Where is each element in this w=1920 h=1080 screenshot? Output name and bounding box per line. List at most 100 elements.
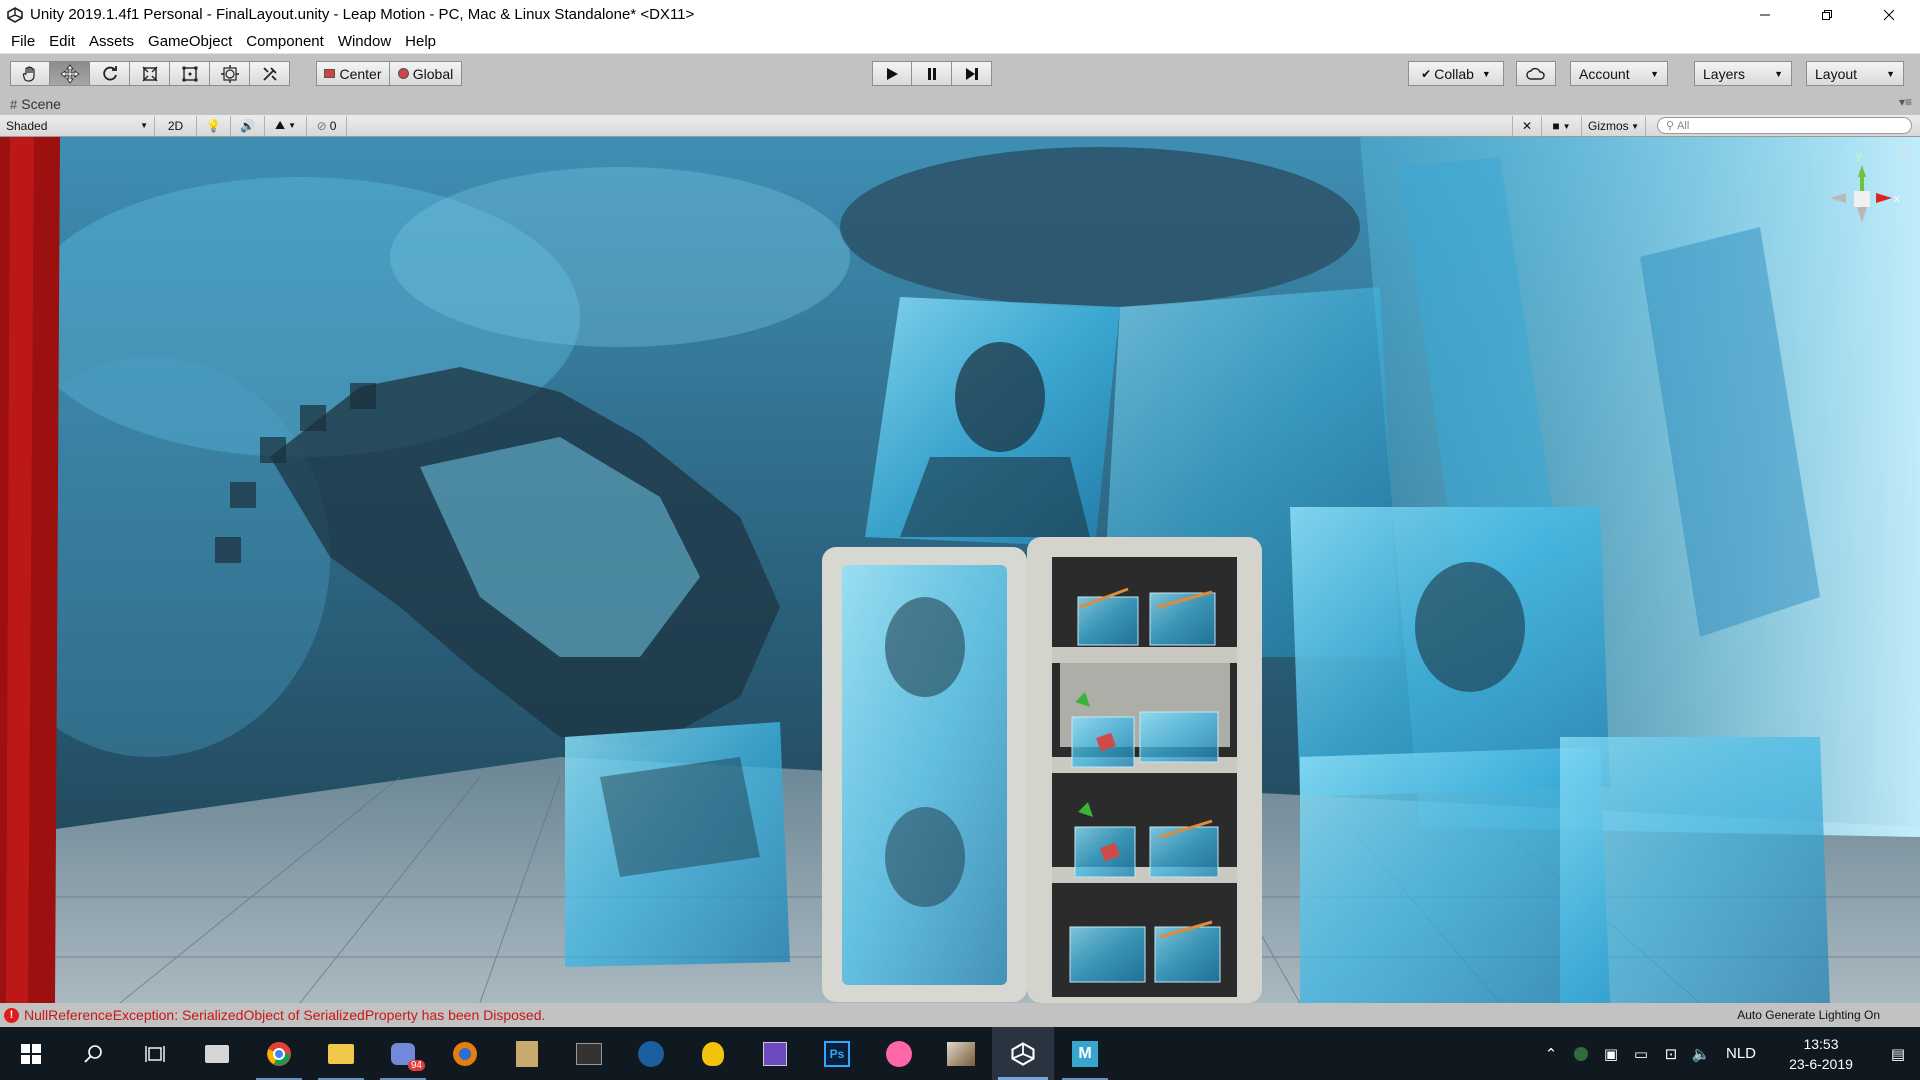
taskbar-app-explorer[interactable] [310,1027,372,1080]
battery-icon[interactable]: ▭ [1626,1027,1656,1080]
pivot-center-button[interactable]: Center [316,61,390,86]
restore-button[interactable] [1796,0,1858,29]
scale-tool-icon[interactable] [130,61,170,86]
taskbar-app-game[interactable] [930,1027,992,1080]
visual-studio-icon [763,1041,787,1066]
taskbar-app-photoshop[interactable]: Ps [806,1027,868,1080]
title-bar: Unity 2019.1.4f1 Personal - FinalLayout.… [0,0,1920,29]
custom-tool-icon[interactable] [250,61,290,86]
lock-icon[interactable] [1900,149,1910,159]
taskbar-app-osu[interactable] [868,1027,930,1080]
start-button[interactable] [0,1027,62,1080]
lighting-toggle[interactable]: 💡 [197,115,231,136]
error-message[interactable]: NullReferenceException: SerializedObject… [24,1007,545,1023]
close-button[interactable] [1858,0,1920,29]
hidden-count: 0 [329,118,337,133]
pause-button[interactable] [912,61,952,86]
discord-icon: 94 [391,1042,425,1071]
camera-dropdown[interactable]: ■ ▼ [1542,116,1582,136]
menu-file[interactable]: File [4,29,42,54]
scene-toolbar: Shaded ▼ 2D 💡 🔊 ⛰ ▼ ⊘ 0 ✕ ■ ▼ Gizmos ▼ ⚲… [0,115,1920,137]
pivot-global-button[interactable]: Global [390,61,462,86]
taskbar-app-maya[interactable]: M [1054,1027,1116,1080]
playback-controls [872,61,992,86]
steam-icon [638,1040,664,1067]
rect-tool-icon[interactable] [170,61,210,86]
menu-window[interactable]: Window [331,29,398,54]
language-indicator[interactable]: NLD [1716,1027,1766,1080]
search-icon: ⚲ [1666,120,1675,132]
camera-icon: ■ [1552,119,1560,133]
pivot-icon [324,69,336,78]
gizmos-label: Gizmos [1588,119,1629,133]
status-bar[interactable]: ! NullReferenceException: SerializedObje… [0,1003,1920,1027]
taskbar-app-chrome[interactable] [248,1027,310,1080]
scene-search-input[interactable]: ⚲ All [1657,117,1912,134]
space-label: Global [412,65,454,82]
network-icon[interactable]: ⊡ [1656,1027,1686,1080]
menu-help[interactable]: Help [398,29,443,54]
volume-icon[interactable]: 🔈 [1686,1027,1716,1080]
collab-dropdown[interactable]: ✔ Collab ▼ [1408,61,1504,86]
hand-tool-icon[interactable] [10,61,50,86]
audio-toggle[interactable]: 🔊 [231,115,265,136]
taskbar-app-terminal[interactable] [558,1027,620,1080]
taskbar-app-discord[interactable]: 94 [372,1027,434,1080]
error-icon: ! [4,1007,19,1023]
mode-2d-label: 2D [167,118,184,133]
menu-gameobject[interactable]: GameObject [141,29,239,54]
transform-tool-icon[interactable] [210,61,250,86]
search-button[interactable] [62,1027,124,1080]
task-view-button[interactable] [124,1027,186,1080]
chevron-down-icon: ▼ [1886,68,1895,79]
gizmo-y-label: y [1856,150,1862,162]
minimize-button[interactable] [1734,0,1796,29]
layers-dropdown[interactable]: Layers ▼ [1694,61,1792,86]
tools-icon: ✕ [1521,119,1533,133]
taskbar-app-visual-studio[interactable] [744,1027,806,1080]
hidden-objects-toggle[interactable]: ⊘ 0 [307,115,347,136]
layers-group: Layers ▼ [1694,61,1792,86]
menu-edit[interactable]: Edit [42,29,82,54]
language-label: NLD [1725,1045,1756,1062]
scene-tab[interactable]: # Scene ▾≡ [0,93,1920,115]
play-button[interactable] [872,61,912,86]
effects-dropdown[interactable]: ⛰ ▼ [265,115,307,136]
search-placeholder: All [1677,119,1690,132]
account-dropdown[interactable]: Account ▼ [1570,61,1668,86]
unity-logo-icon [4,4,26,26]
move-tool-icon[interactable] [50,61,90,86]
cloud-icon [1526,67,1545,80]
clock[interactable]: 13:53 23-6-2019 [1766,1034,1876,1074]
scene-viewport[interactable]: y x [0,137,1920,1003]
taskbar-app-steam[interactable] [620,1027,682,1080]
status-circle-icon[interactable] [1566,1027,1596,1080]
tools-toggle[interactable]: ✕ [1512,116,1542,136]
taskbar-app-duck[interactable] [682,1027,744,1080]
taskbar-app-unity[interactable] [992,1027,1054,1080]
menu-assets[interactable]: Assets [82,29,141,54]
play-icon [887,67,898,80]
step-button[interactable] [952,61,992,86]
draw-mode-dropdown[interactable]: Shaded ▼ [0,115,155,136]
unity-icon [1011,1041,1035,1066]
tab-menu-icon[interactable]: ▾≡ [1899,95,1912,109]
notification-center-icon[interactable]: ▤ [1876,1027,1920,1080]
check-icon: ✔ [1421,66,1432,81]
taskbar-app-mail[interactable] [186,1027,248,1080]
layout-dropdown[interactable]: Layout ▼ [1806,61,1904,86]
account-label: Account [1579,65,1630,82]
blender-icon [453,1041,477,1066]
osu-icon [886,1040,912,1067]
gizmo-x-label: x [1894,193,1900,205]
chevron-down-icon: ▼ [1650,68,1659,79]
toggle-2d-button[interactable]: 2D [155,115,197,136]
taskbar-app-league[interactable] [496,1027,558,1080]
rotate-tool-icon[interactable] [90,61,130,86]
gizmos-dropdown[interactable]: Gizmos ▼ [1582,116,1646,136]
app-tray-icon[interactable]: ▣ [1596,1027,1626,1080]
chevron-up-icon[interactable]: ⌃ [1536,1027,1566,1080]
cloud-button[interactable] [1516,61,1556,86]
taskbar-app-blender[interactable] [434,1027,496,1080]
menu-component[interactable]: Component [239,29,331,54]
